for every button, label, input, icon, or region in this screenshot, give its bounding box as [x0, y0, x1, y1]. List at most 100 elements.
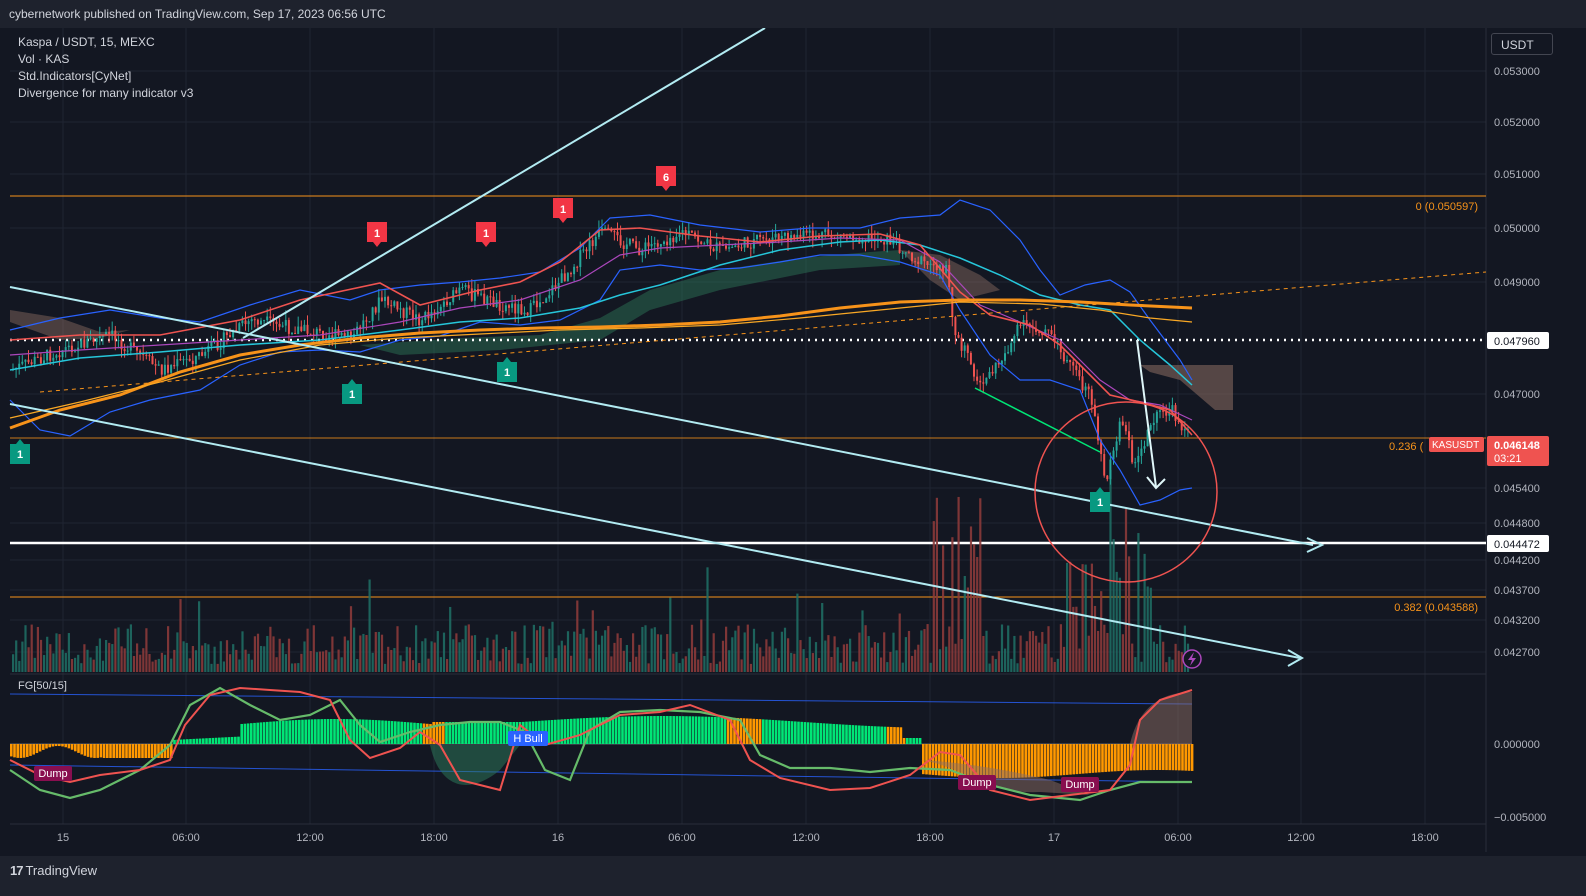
osc-bar	[1075, 744, 1079, 775]
osc-bar	[864, 725, 867, 744]
tradingview-logo-icon: 17	[10, 863, 24, 878]
candle-body	[297, 326, 300, 334]
candle-body	[948, 264, 951, 288]
volume-bar	[145, 628, 148, 672]
osc-bar	[118, 744, 122, 758]
osc-bar	[870, 726, 874, 744]
candle-body	[917, 261, 920, 264]
legend-std-indicators[interactable]: Std.Indicators[CyNet]	[18, 69, 131, 83]
osc-bar	[838, 724, 842, 744]
volume-bar	[256, 633, 260, 672]
candle-body	[418, 314, 421, 326]
candle-body	[148, 355, 151, 357]
volume-bar	[929, 662, 932, 672]
candle-body	[979, 380, 982, 383]
osc-bar	[227, 737, 231, 744]
candle-body	[594, 236, 597, 247]
osc-bar	[598, 717, 602, 744]
candle-body	[179, 359, 182, 361]
countdown-text: 03:21	[1494, 453, 1522, 465]
volume-bar	[681, 658, 684, 672]
volume-bar	[1004, 648, 1007, 672]
volume-bar	[508, 650, 511, 672]
osc-bar	[646, 716, 650, 744]
time-axis[interactable]: 15 06:00 12:00 18:00 16 06:00 12:00 18:00 17 06:0…	[57, 832, 1439, 844]
osc-bar	[755, 718, 759, 744]
volume-bar	[1000, 624, 1004, 672]
tradingview-logo[interactable]: 17 TradingView	[10, 863, 97, 878]
osc-bar	[240, 723, 243, 744]
candle-body	[470, 288, 473, 301]
osc-bar	[883, 726, 887, 744]
osc-bar	[1181, 744, 1184, 771]
volume-bar	[963, 575, 966, 672]
volume-bar	[439, 657, 442, 672]
osc-bar	[906, 738, 909, 744]
osc-title[interactable]: FG[50/15]	[18, 680, 67, 692]
osc-bar	[48, 744, 51, 748]
volume-bar	[594, 630, 597, 672]
volume-bar	[136, 643, 139, 672]
candle-body	[932, 263, 935, 266]
volume-bar	[219, 641, 222, 672]
candle-body	[247, 321, 250, 325]
candle-body	[387, 296, 390, 306]
candle-body	[1137, 455, 1140, 463]
candle-body	[883, 242, 886, 245]
osc-bar	[99, 744, 103, 758]
candle-body	[167, 364, 169, 373]
volume-bar	[873, 642, 876, 672]
osc-bar	[179, 739, 183, 744]
candle-body	[356, 326, 359, 335]
volume-bar	[746, 624, 749, 672]
time-tick: 12:00	[296, 832, 324, 844]
volume-bar	[982, 636, 985, 672]
candle-body	[55, 355, 58, 358]
volume-bar	[349, 606, 353, 672]
candle-body	[191, 360, 194, 364]
osc-bar	[826, 723, 829, 744]
candle-body	[712, 248, 715, 252]
volume-bar	[656, 634, 659, 672]
legend-divergence[interactable]: Divergence for many indicator v3	[18, 86, 193, 100]
osc-bar	[173, 739, 176, 744]
candle-body	[830, 236, 833, 238]
volume-bar	[1171, 659, 1174, 672]
price-axis[interactable]: 0.053000 0.052000 0.051000 0.050000 0.049000…	[1429, 66, 1549, 824]
osc-bar	[1059, 744, 1063, 776]
volume-bar	[607, 625, 610, 672]
candle-body	[83, 339, 86, 348]
volume-bar	[976, 557, 979, 672]
volume-bar	[1149, 587, 1152, 672]
price-tag-white-2-text: 0.044472	[1494, 539, 1540, 551]
candle-body	[656, 243, 659, 247]
chart-frame[interactable]: 0 (0.050597) 0.236 ( 0.382 (0.043588) 1 1…	[0, 28, 1586, 856]
osc-bar	[285, 720, 288, 744]
volume-bar	[101, 660, 105, 672]
osc-bar	[35, 744, 39, 754]
legend-symbol[interactable]: Kaspa / USDT, 15, MEXC	[18, 35, 155, 49]
osc-bar	[890, 726, 893, 744]
candle-body	[1013, 336, 1016, 344]
legend-volume[interactable]: Vol · KAS	[18, 52, 69, 66]
osc-bar	[867, 725, 871, 744]
candle-body	[176, 359, 179, 367]
volume-bar	[213, 646, 216, 672]
candle-body	[1103, 453, 1106, 476]
osc-bar	[694, 716, 698, 744]
osc-bar	[810, 722, 813, 744]
volume-bar	[917, 644, 920, 672]
osc-bar	[880, 726, 883, 744]
chart-canvas[interactable]: 0 (0.050597) 0.236 ( 0.382 (0.043588) 1 1…	[0, 28, 1586, 856]
candle-body	[675, 236, 678, 243]
volume-bar	[1016, 663, 1019, 672]
candle-body	[737, 245, 740, 248]
volume-bar	[966, 587, 969, 672]
volume-bar	[991, 655, 994, 672]
sell-signal-label: 1	[560, 204, 566, 216]
candle-body	[111, 330, 114, 334]
currency-button[interactable]: USDT	[1491, 33, 1553, 55]
candle-body	[49, 349, 52, 361]
osc-bar	[899, 727, 903, 744]
candle-body	[616, 231, 619, 236]
